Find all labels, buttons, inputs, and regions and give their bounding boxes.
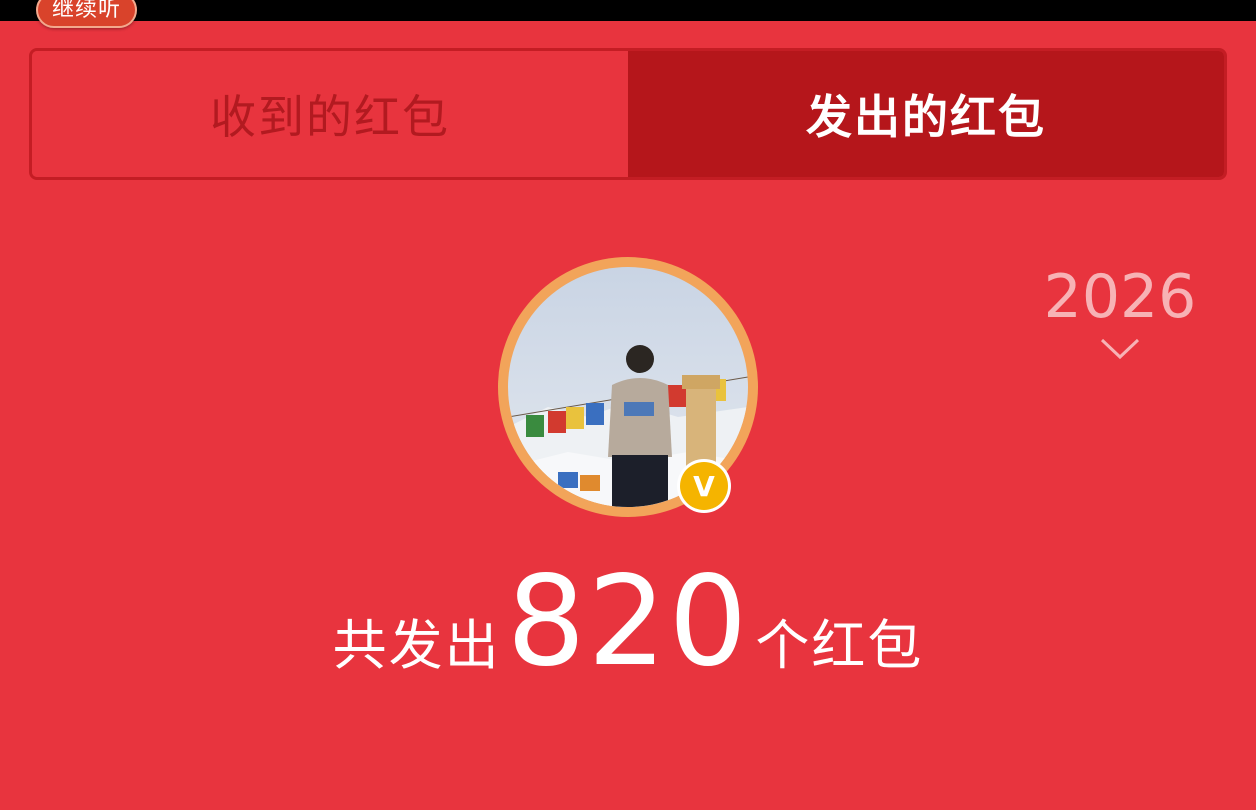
summary-prefix: 共发出 [332, 614, 501, 677]
tab-received[interactable]: 收到的红包 [32, 51, 628, 177]
year-value: 2026 [1043, 262, 1197, 332]
verified-badge-icon: V [677, 459, 731, 513]
year-selector[interactable]: 2026 [1040, 262, 1200, 360]
continue-listening-button[interactable]: 继续听 [36, 0, 138, 28]
summary-suffix: 个红包 [755, 614, 924, 677]
chevron-down-icon [1100, 338, 1140, 360]
tab-sent[interactable]: 发出的红包 [628, 51, 1224, 177]
status-bar [0, 0, 1256, 21]
red-packet-tabs: 收到的红包 发出的红包 [29, 48, 1227, 180]
sent-summary: 共发出820 个红包 [0, 550, 1256, 694]
sent-count: 820 [506, 550, 750, 694]
verified-badge-text: V [693, 470, 715, 503]
